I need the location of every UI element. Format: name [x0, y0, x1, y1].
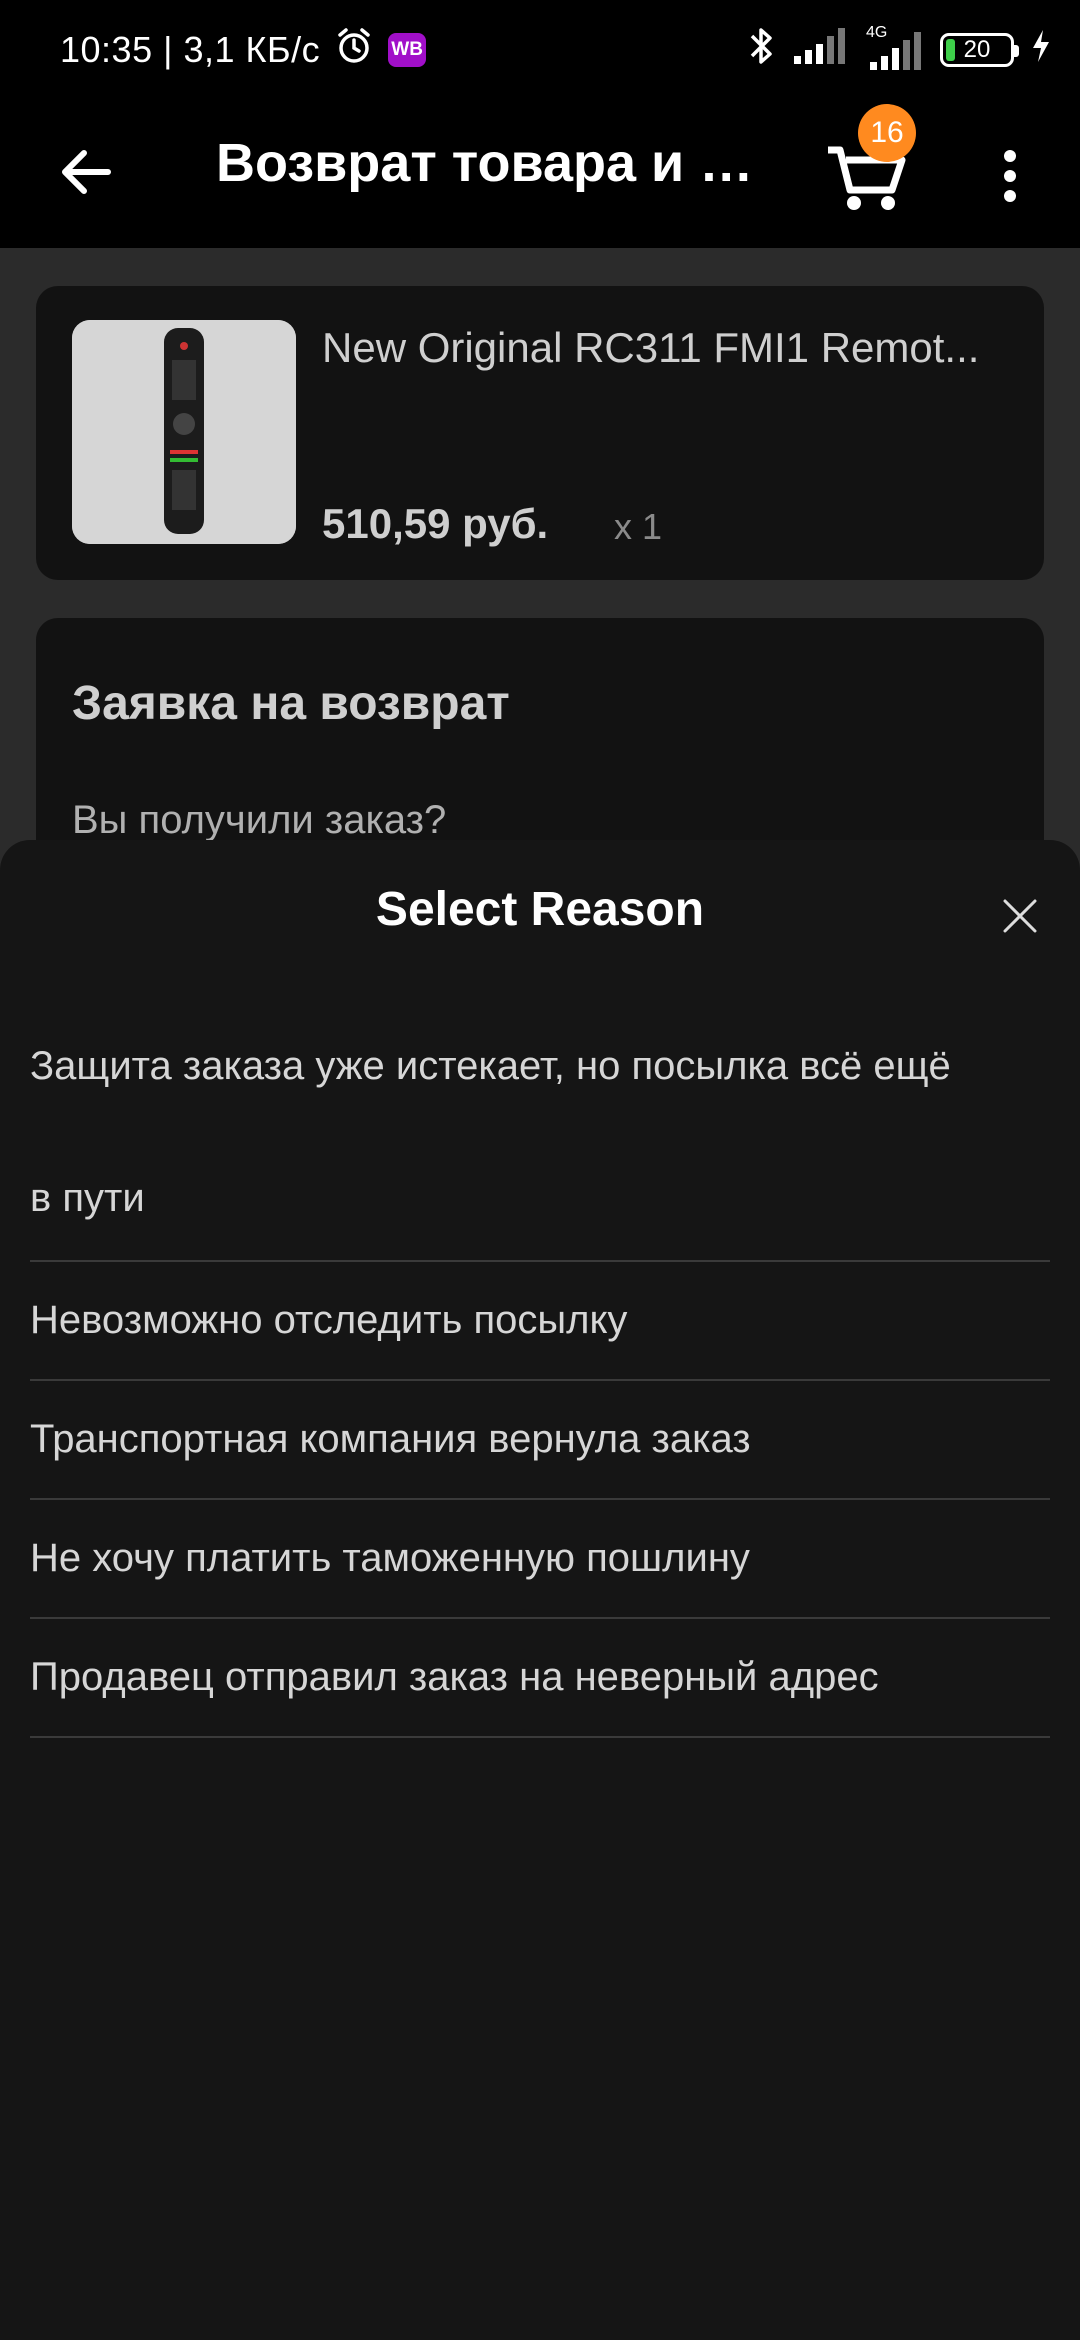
status-time: 10:35 | 3,1 КБ/с	[60, 29, 321, 70]
reason-label: Невозможно отследить посылку	[30, 1298, 628, 1342]
reason-label-line2: в пути	[30, 1176, 145, 1220]
signal-icon	[792, 26, 848, 75]
wildberries-app-icon: WB	[388, 33, 427, 67]
arrow-back-icon	[62, 150, 111, 194]
order-received-question: Вы получили заказ?	[72, 798, 447, 842]
reason-option-protection-expiring[interactable]: Защита заказа уже истекает, но посылка в…	[30, 1010, 1050, 1262]
bluetooth-icon	[746, 24, 776, 77]
battery-icon: 20	[940, 33, 1019, 67]
status-bar: 10:35 | 3,1 КБ/с WB 4G 20	[0, 0, 1080, 100]
battery-level: 20	[963, 36, 991, 63]
reason-option-wrong-address[interactable]: Продавец отправил заказ на неверный адре…	[30, 1619, 1050, 1738]
product-name: New Original RC311 FMI1 Remot...	[322, 324, 980, 371]
sheet-title: Select Reason	[375, 883, 705, 936]
reason-label: Транспортная компания вернула заказ	[30, 1417, 751, 1461]
close-icon	[1003, 899, 1037, 933]
signal-4g-icon: 4G	[864, 24, 924, 72]
status-left: 10:35 | 3,1 КБ/с WB	[60, 26, 427, 75]
reason-list: Защита заказа уже истекает, но посылка в…	[30, 1010, 1050, 1738]
reason-option-cannot-track[interactable]: Невозможно отследить посылку	[30, 1262, 1050, 1381]
product-quantity: x 1	[614, 506, 663, 547]
reason-label: Не хочу платить таможенную пошлину	[30, 1536, 750, 1580]
app-bar: Возврат товара и д...	[0, 100, 1080, 248]
alarm-icon	[334, 26, 374, 75]
more-options-button[interactable]	[990, 136, 1030, 216]
select-reason-sheet: Select Reason Защита заказа уже истекает…	[0, 840, 1080, 2340]
product-card[interactable]: New Original RC311 FMI1 Remot... 510,59 …	[36, 286, 1044, 580]
more-dot-icon	[1004, 150, 1016, 162]
more-dot-icon	[1004, 170, 1016, 182]
return-request-title: Заявка на возврат	[72, 677, 510, 730]
close-button[interactable]	[990, 886, 1050, 946]
screen: 10:35 | 3,1 КБ/с WB 4G 20 Возврат товара…	[0, 0, 1080, 2340]
reason-option-carrier-returned[interactable]: Транспортная компания вернула заказ	[30, 1381, 1050, 1500]
charging-icon	[1030, 28, 1052, 73]
cart-count-badge: 16	[858, 104, 916, 162]
reason-option-customs-duty[interactable]: Не хочу платить таможенную пошлину	[30, 1500, 1050, 1619]
product-price: 510,59 руб.	[322, 500, 549, 547]
page-title: Возврат товара и д...	[216, 133, 756, 193]
status-right: 4G 20	[746, 0, 1052, 100]
back-button[interactable]	[50, 136, 122, 208]
more-dot-icon	[1004, 190, 1016, 202]
product-image	[72, 320, 296, 544]
reason-label: Продавец отправил заказ на неверный адре…	[30, 1655, 879, 1699]
reason-label-line1: Защита заказа уже истекает, но посылка в…	[30, 1044, 951, 1088]
